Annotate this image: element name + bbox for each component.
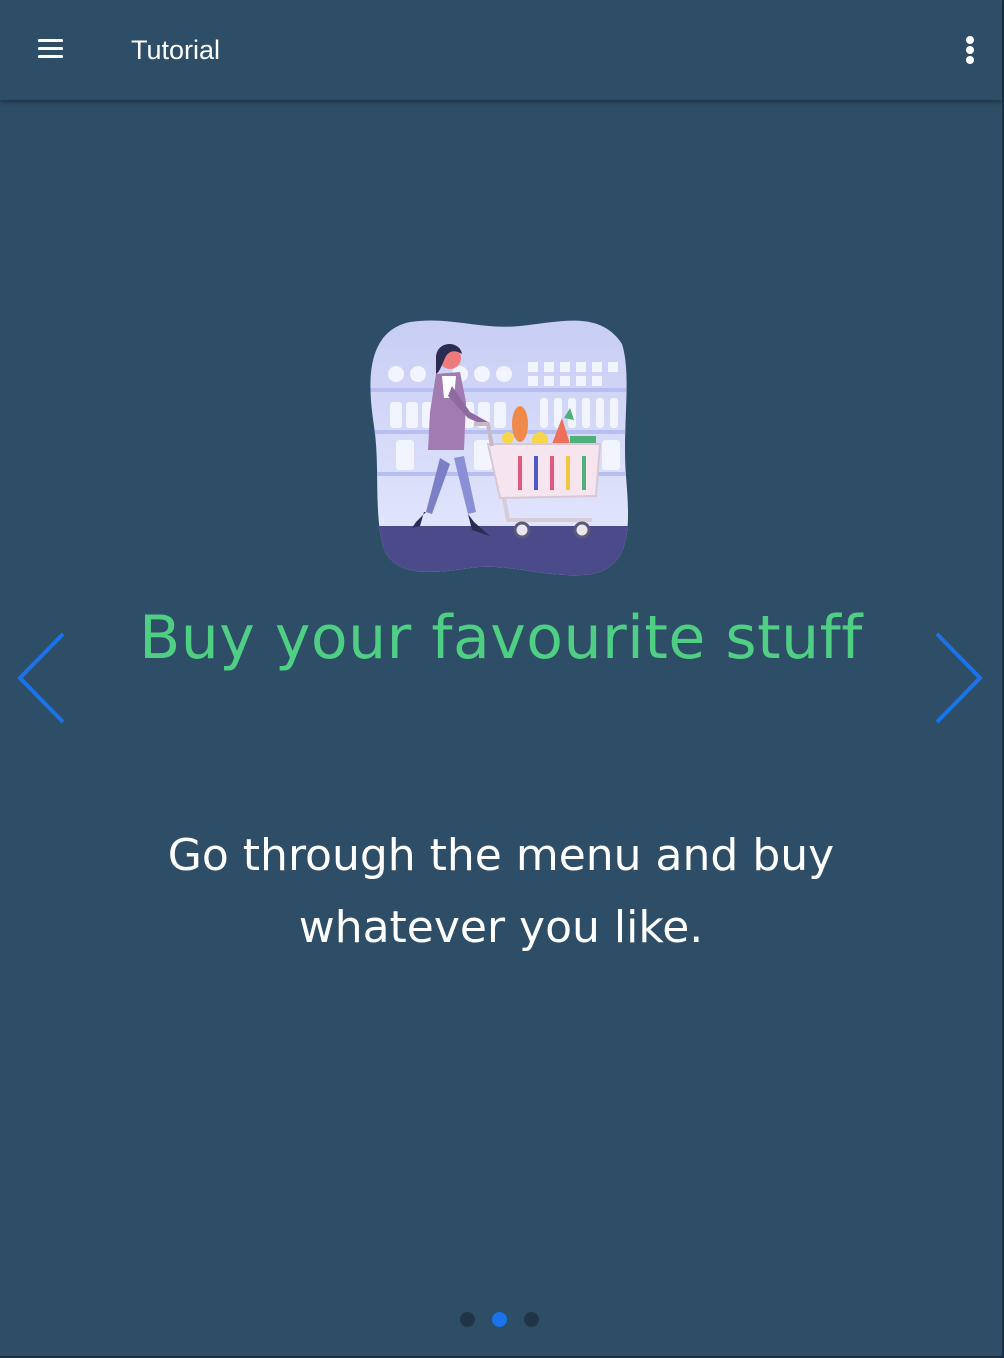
tutorial-screen: Tutorial Buy your favourite stuff Go thr… bbox=[0, 0, 1004, 1358]
pagination-dots bbox=[456, 1310, 546, 1330]
next-slide-button[interactable] bbox=[930, 628, 990, 728]
slide-title: Buy your favourite stuff bbox=[139, 603, 863, 673]
chevron-right-icon bbox=[935, 632, 983, 724]
more-icon-dot bbox=[966, 36, 974, 44]
previous-slide-button[interactable] bbox=[10, 628, 70, 728]
more-icon-dot bbox=[966, 46, 974, 54]
menu-button[interactable] bbox=[30, 30, 70, 70]
chevron-left-icon bbox=[17, 632, 65, 724]
more-icon-dot bbox=[966, 56, 974, 64]
menu-icon-bar bbox=[38, 55, 63, 58]
pagination-dot[interactable] bbox=[524, 1312, 539, 1327]
pagination-dot[interactable] bbox=[460, 1312, 475, 1327]
slide-description: Go through the menu and buy whatever you… bbox=[167, 830, 835, 953]
menu-icon-bar bbox=[38, 39, 63, 42]
page-title: Tutorial bbox=[131, 35, 221, 65]
menu-icon-bar bbox=[38, 47, 63, 50]
pagination-dot-active[interactable] bbox=[492, 1312, 507, 1327]
toolbar: Tutorial bbox=[0, 0, 1002, 100]
more-options-button[interactable] bbox=[950, 30, 990, 70]
shopping-illustration bbox=[370, 320, 629, 576]
